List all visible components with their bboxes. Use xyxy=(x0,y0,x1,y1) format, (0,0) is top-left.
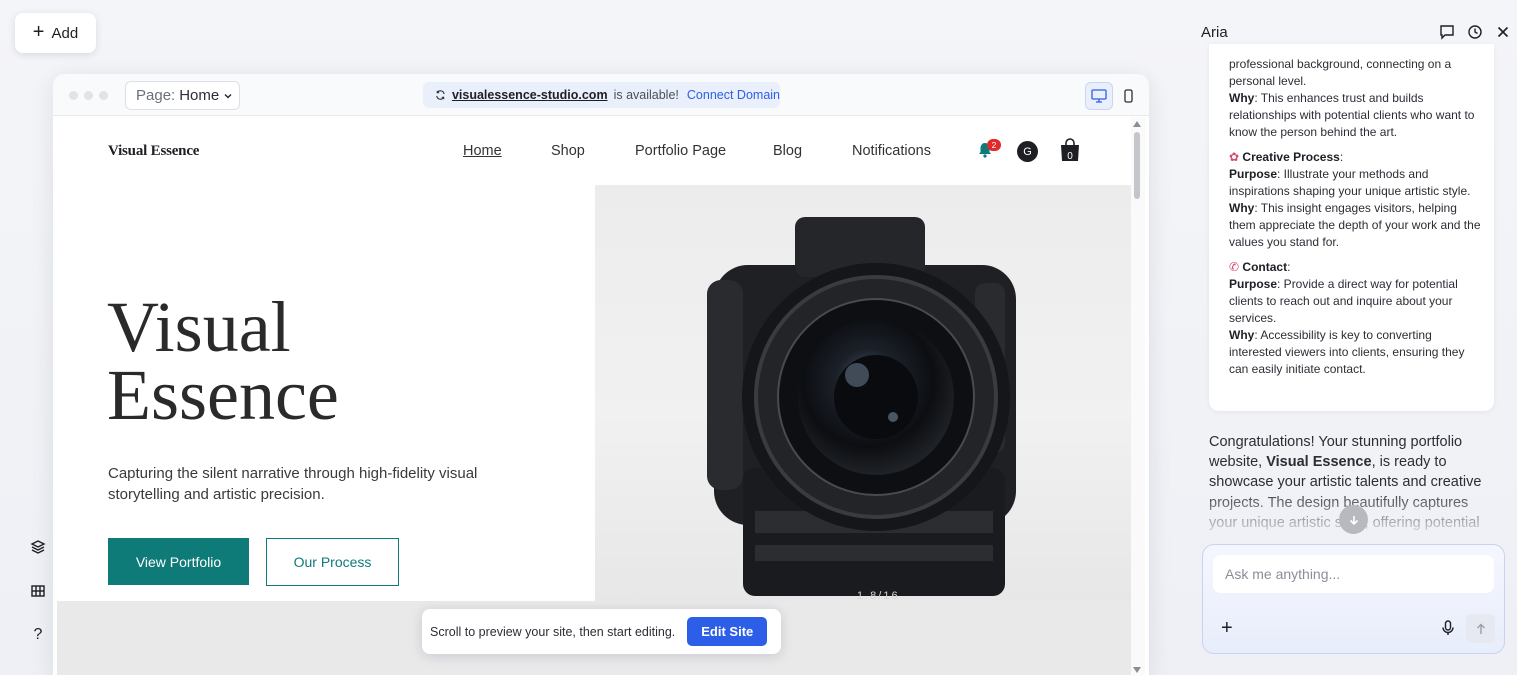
help-icon: ? xyxy=(33,626,43,643)
contact-why: Why: Accessibility is key to converting … xyxy=(1229,328,1465,376)
palette-icon: ✿ xyxy=(1229,150,1240,164)
desktop-view-button[interactable] xyxy=(1085,82,1113,110)
attach-plus-icon[interactable]: + xyxy=(1221,617,1233,640)
connect-domain-link[interactable]: Connect Domain xyxy=(687,88,780,102)
contact-purpose: Purpose: Provide a direct way for potent… xyxy=(1229,277,1458,325)
aria-response-card: professional background, connecting on a… xyxy=(1209,44,1494,411)
chevron-down-icon xyxy=(224,93,232,99)
add-button-label: Add xyxy=(51,24,79,42)
desktop-icon xyxy=(1091,89,1107,103)
mobile-view-button[interactable] xyxy=(1114,82,1142,110)
creative-purpose: Purpose: Illustrate your methods and ins… xyxy=(1229,167,1471,198)
chat-input[interactable]: Ask me anything... xyxy=(1213,555,1494,593)
aria-card-text: professional background, connecting on a… xyxy=(1229,56,1484,378)
help-button[interactable]: ? xyxy=(22,619,54,651)
domain-bar: visualessence-studio.com is available! C… xyxy=(423,82,780,108)
contact-heading: ✆ Contact: xyxy=(1229,260,1291,274)
creative-process-heading: ✿ Creative Process: xyxy=(1229,150,1344,164)
page-select[interactable]: Page: Home xyxy=(125,81,240,110)
history-icon[interactable] xyxy=(1467,24,1483,40)
lens-marking: 1.8/16 xyxy=(857,590,900,601)
preview-scrollbar[interactable] xyxy=(1131,117,1145,675)
hero-title-line2: Essence xyxy=(107,355,339,435)
nav-notifications[interactable]: Notifications xyxy=(852,143,931,159)
chat-icon[interactable] xyxy=(1439,24,1455,40)
cart-button[interactable]: 0 xyxy=(1060,138,1080,167)
scroll-down-arrow[interactable] xyxy=(1133,667,1141,673)
camera-illustration: 1.8/16 xyxy=(707,217,1016,601)
close-icon[interactable] xyxy=(1495,24,1511,40)
toast-message: Scroll to preview your site, then start … xyxy=(430,624,676,639)
hero-title: Visual Essence xyxy=(107,287,339,435)
microphone-icon[interactable] xyxy=(1441,620,1455,636)
site-logo[interactable]: Visual Essence xyxy=(108,143,199,160)
layers-icon xyxy=(30,540,46,554)
notification-count-badge: 2 xyxy=(987,139,1001,151)
window-dots xyxy=(69,91,108,100)
creative-why: Why: This insight engages visitors, help… xyxy=(1229,201,1481,249)
plus-icon: + xyxy=(32,21,45,43)
edit-site-button[interactable]: Edit Site xyxy=(687,617,768,646)
scroll-up-arrow[interactable] xyxy=(1133,121,1141,127)
nav-home[interactable]: Home xyxy=(463,143,502,159)
notifications-button[interactable]: 2 xyxy=(977,139,1001,164)
about-tail: professional background, connecting on a… xyxy=(1229,57,1452,88)
nav-shop[interactable]: Shop xyxy=(551,143,585,159)
send-button[interactable] xyxy=(1466,614,1495,643)
cart-count: 0 xyxy=(1067,151,1073,162)
scroll-to-bottom-button[interactable] xyxy=(1339,505,1368,534)
grid-icon xyxy=(31,585,45,597)
domain-status: is available! xyxy=(613,88,679,102)
mobile-icon xyxy=(1123,89,1133,103)
hero-title-line1: Visual xyxy=(107,287,291,367)
domain-name[interactable]: visualessence-studio.com xyxy=(452,88,608,102)
aria-panel-title: Aria xyxy=(1201,24,1228,41)
about-why: Why: This enhances trust and builds rela… xyxy=(1229,91,1475,139)
hero-camera-image: 1.8/16 xyxy=(595,185,1132,601)
our-process-button[interactable]: Our Process xyxy=(266,538,399,586)
chat-composer: Ask me anything... + xyxy=(1202,544,1505,654)
editor-top-bar: Page: Home visualessence-studio.com is a… xyxy=(53,74,1149,116)
hero-subtitle: Capturing the silent narrative through h… xyxy=(108,465,478,503)
preview-toast: Scroll to preview your site, then start … xyxy=(422,609,781,654)
sync-icon xyxy=(436,90,445,100)
editor-frame: Page: Home visualessence-studio.com is a… xyxy=(53,74,1149,675)
grid-button[interactable] xyxy=(22,575,54,607)
view-portfolio-button[interactable]: View Portfolio xyxy=(108,538,249,585)
layers-button[interactable] xyxy=(22,531,54,563)
page-select-value: Home xyxy=(179,87,220,104)
arrow-up-icon xyxy=(1476,623,1485,634)
scroll-thumb[interactable] xyxy=(1134,132,1140,199)
avatar[interactable]: G xyxy=(1017,141,1038,162)
arrow-down-icon xyxy=(1349,515,1358,525)
page-select-prefix: Page: xyxy=(136,87,176,104)
nav-portfolio[interactable]: Portfolio Page xyxy=(635,143,726,159)
site-preview: Visual Essence Home Shop Portfolio Page … xyxy=(57,117,1132,675)
nav-blog[interactable]: Blog xyxy=(773,143,802,159)
add-button[interactable]: + Add xyxy=(15,13,96,53)
phone-icon: ✆ xyxy=(1229,260,1240,274)
